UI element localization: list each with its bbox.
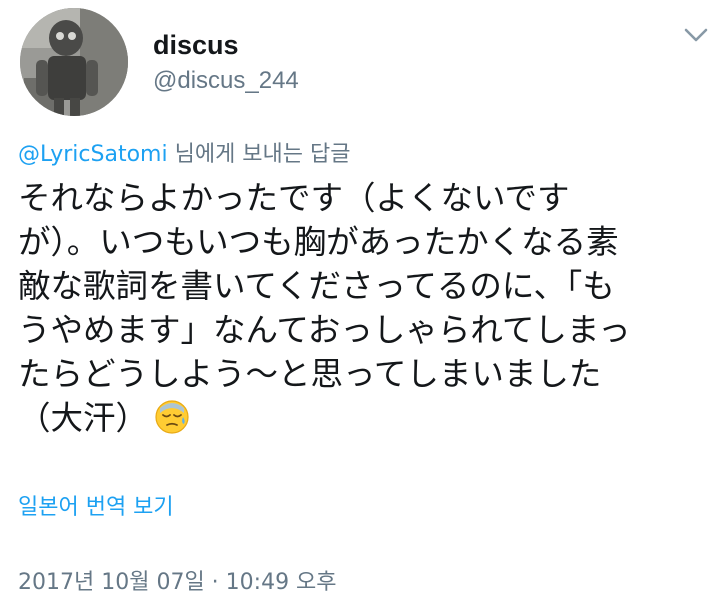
tweet-body: それならよかったです（よくないです が）。いつもいつも胸があったかくなる素 敵な… xyxy=(18,176,698,440)
mention-link[interactable]: @LyricSatomi xyxy=(18,142,168,167)
user-handle[interactable]: @discus_244 xyxy=(153,66,299,96)
robot-avatar-image xyxy=(20,8,128,116)
chevron-down-icon[interactable] xyxy=(683,26,709,44)
user-avatar[interactable] xyxy=(20,8,128,116)
translate-link[interactable]: 일본어 번역 보기 xyxy=(18,493,174,523)
reply-context: @LyricSatomi 님에게 보내는 답글 xyxy=(18,140,351,170)
tweet-text: それならよかったです（よくないです が）。いつもいつも胸があったかくなる素 敵な… xyxy=(18,179,631,437)
tweet-timestamp[interactable]: 2017년 10월 07일 · 10:49 오후 xyxy=(18,568,337,598)
reply-context-label: 님에게 보내는 답글 xyxy=(167,142,351,167)
display-name[interactable]: discus xyxy=(153,28,239,62)
sweat-face-emoji-icon xyxy=(154,399,190,435)
